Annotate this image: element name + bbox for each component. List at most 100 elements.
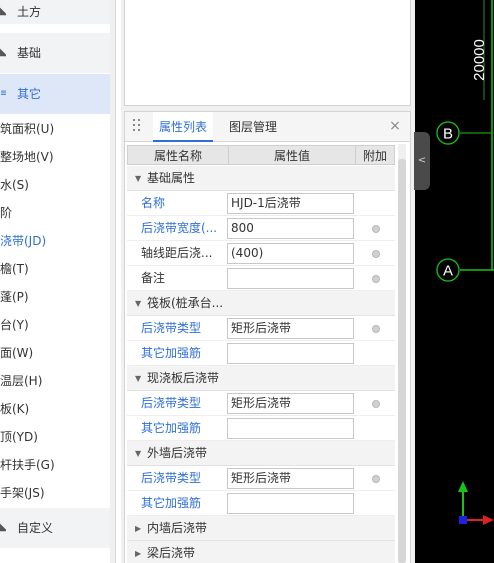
group-beam[interactable]: ▶ 梁后浇带 — [127, 541, 395, 563]
collapse-arrow-icon[interactable]: ▼ — [135, 166, 141, 191]
column-header-value: 属性值 — [228, 145, 356, 165]
drawing-canvas[interactable]: 20000 B A — [415, 0, 494, 563]
foundation-icon: ◣ — [0, 47, 6, 58]
sidebar-item-balcony[interactable]: 台(Y) — [0, 311, 29, 339]
category-label: 其它 — [17, 87, 42, 101]
attach-checkbox[interactable] — [372, 400, 380, 408]
group-label: 基础属性 — [147, 171, 196, 185]
property-row-extra-rebar: 其它加强筋 — [127, 491, 395, 516]
tab-layer-management[interactable]: 图层管理 — [223, 112, 283, 142]
property-name: 备注 — [141, 271, 166, 285]
axis-label-b: B — [443, 126, 453, 143]
property-value-input[interactable] — [227, 418, 354, 439]
category-custom[interactable]: ◣ 自定义 — [0, 508, 110, 548]
property-row-name: 名称 HJD-1后浇带 — [127, 191, 395, 216]
chevron-left-icon: < — [417, 155, 427, 166]
close-icon[interactable]: × — [388, 119, 402, 133]
component-tree-sidebar: ◣ 土方 ◣ 基础 ≡ 其它 筑面积(U) 整场地(V) 水(S) 阶 浇带(J… — [0, 0, 110, 563]
category-label: 土方 — [17, 5, 42, 19]
column-header-name: 属性名称 — [127, 145, 229, 165]
property-name: 后浇带类型 — [141, 471, 202, 485]
property-scrollbar[interactable] — [398, 144, 406, 563]
property-name: 后浇带类型 — [141, 321, 202, 335]
group-label: 梁后浇带 — [147, 546, 196, 560]
property-name: 名称 — [141, 196, 166, 210]
attach-checkbox[interactable] — [372, 225, 380, 233]
attach-checkbox[interactable] — [372, 250, 380, 258]
collapse-arrow-icon[interactable]: ▼ — [135, 441, 141, 466]
sidebar-item-site-leveling[interactable]: 整场地(V) — [0, 143, 54, 171]
group-raft[interactable]: ▼ 筏板(桩承台... — [127, 291, 395, 316]
tab-property-list[interactable]: 属性列表 — [153, 112, 214, 142]
expand-arrow-icon[interactable]: ▶ — [135, 541, 141, 563]
sidebar-item-post-cast-strip[interactable]: 浇带(JD) — [0, 227, 46, 255]
scrollbar-thumb[interactable] — [398, 159, 406, 563]
sidebar-item-eave[interactable]: 檐(T) — [0, 255, 29, 283]
property-row-strip-type: 后浇带类型 矩形后浇带 — [127, 466, 395, 491]
group-inner-wall[interactable]: ▶ 内墙后浇带 — [127, 516, 395, 541]
property-name: 后浇带宽度(... — [141, 221, 218, 235]
property-row-extra-rebar: 其它加强筋 — [127, 341, 395, 366]
canvas-drawing: 20000 B A — [436, 0, 494, 525]
attach-checkbox[interactable] — [372, 475, 380, 483]
axis-label-a: A — [443, 263, 453, 280]
property-value-input[interactable]: 800 — [227, 218, 354, 239]
property-value-input[interactable]: HJD-1后浇带 — [227, 193, 354, 214]
property-value-input[interactable] — [227, 493, 354, 514]
property-row-remark: 备注 — [127, 266, 395, 291]
property-name: 其它加强筋 — [141, 346, 202, 360]
property-value-input[interactable]: (400) — [227, 243, 354, 264]
sidebar-item-slab[interactable]: 板(K) — [0, 395, 29, 423]
collapse-arrow-icon[interactable]: ▼ — [135, 366, 141, 391]
sidebar-item-building-area[interactable]: 筑面积(U) — [0, 115, 54, 143]
group-label: 现浇板后浇带 — [147, 371, 220, 385]
expand-arrow-icon[interactable]: ▶ — [135, 516, 141, 541]
collapse-panel-handle[interactable]: < — [414, 132, 430, 190]
column-header-extra: 附加 — [355, 145, 395, 165]
property-name: 其它加强筋 — [141, 496, 202, 510]
property-row-width: 后浇带宽度(... 800 — [127, 216, 395, 241]
panel-tab-bar: 属性列表 图层管理 × — [125, 112, 410, 142]
sidebar-item-steps[interactable]: 阶 — [0, 199, 12, 227]
category-label: 自定义 — [17, 521, 54, 535]
component-list-pane — [124, 0, 411, 106]
group-outer-wall[interactable]: ▼ 外墙后浇带 — [127, 441, 395, 466]
sidebar-item-ceiling[interactable]: 顶(YD) — [0, 423, 38, 451]
property-value-input[interactable] — [227, 268, 354, 289]
sidebar-item-roof[interactable]: 面(W) — [0, 339, 33, 367]
custom-icon: ◣ — [0, 522, 6, 533]
group-cast-slab[interactable]: ▼ 现浇板后浇带 — [127, 366, 395, 391]
list-icon: ≡ — [0, 88, 6, 99]
group-basic-properties[interactable]: ▼ 基础属性 — [127, 166, 395, 191]
property-value-input[interactable]: 矩形后浇带 — [227, 318, 354, 339]
attach-checkbox[interactable] — [372, 325, 380, 333]
property-name: 后浇带类型 — [141, 396, 202, 410]
sidebar-item-canopy[interactable]: 蓬(P) — [0, 283, 29, 311]
sidebar-item-scaffold[interactable]: 手架(JS) — [0, 479, 45, 507]
property-row-strip-type: 后浇带类型 矩形后浇带 — [127, 391, 395, 416]
ucs-icon — [458, 481, 494, 525]
group-label: 筏板(桩承台... — [147, 296, 224, 310]
property-value-input[interactable]: 矩形后浇带 — [227, 468, 354, 489]
property-panel: 属性列表 图层管理 × 属性名称 属性值 附加 ▼ 基础属性 名称 HJD-1后… — [124, 111, 411, 563]
category-label: 基础 — [17, 46, 42, 60]
property-name: 轴线距后浇... — [141, 246, 213, 260]
collapse-arrow-icon[interactable]: ▼ — [135, 291, 141, 316]
attach-checkbox[interactable] — [372, 275, 380, 283]
drag-grip-icon[interactable] — [133, 119, 141, 133]
group-label: 外墙后浇带 — [147, 446, 208, 460]
property-row-extra-rebar: 其它加强筋 — [127, 416, 395, 441]
sidebar-item-railing[interactable]: 杆扶手(G) — [0, 451, 55, 479]
group-label: 内墙后浇带 — [147, 521, 208, 535]
category-earthwork[interactable]: ◣ 土方 — [0, 0, 110, 24]
property-value-input[interactable] — [227, 343, 354, 364]
property-value-input[interactable]: 矩形后浇带 — [227, 393, 354, 414]
property-row-strip-type: 后浇带类型 矩形后浇带 — [127, 316, 395, 341]
sidebar-item-apron[interactable]: 水(S) — [0, 171, 29, 199]
category-other[interactable]: ≡ 其它 — [0, 74, 110, 114]
property-row-axis-offset: 轴线距后浇... (400) — [127, 241, 395, 266]
dimension-text: 20000 — [471, 39, 488, 81]
category-foundation[interactable]: ◣ 基础 — [0, 33, 110, 73]
earthwork-icon: ◣ — [0, 6, 6, 17]
sidebar-item-insulation[interactable]: 温层(H) — [0, 367, 42, 395]
